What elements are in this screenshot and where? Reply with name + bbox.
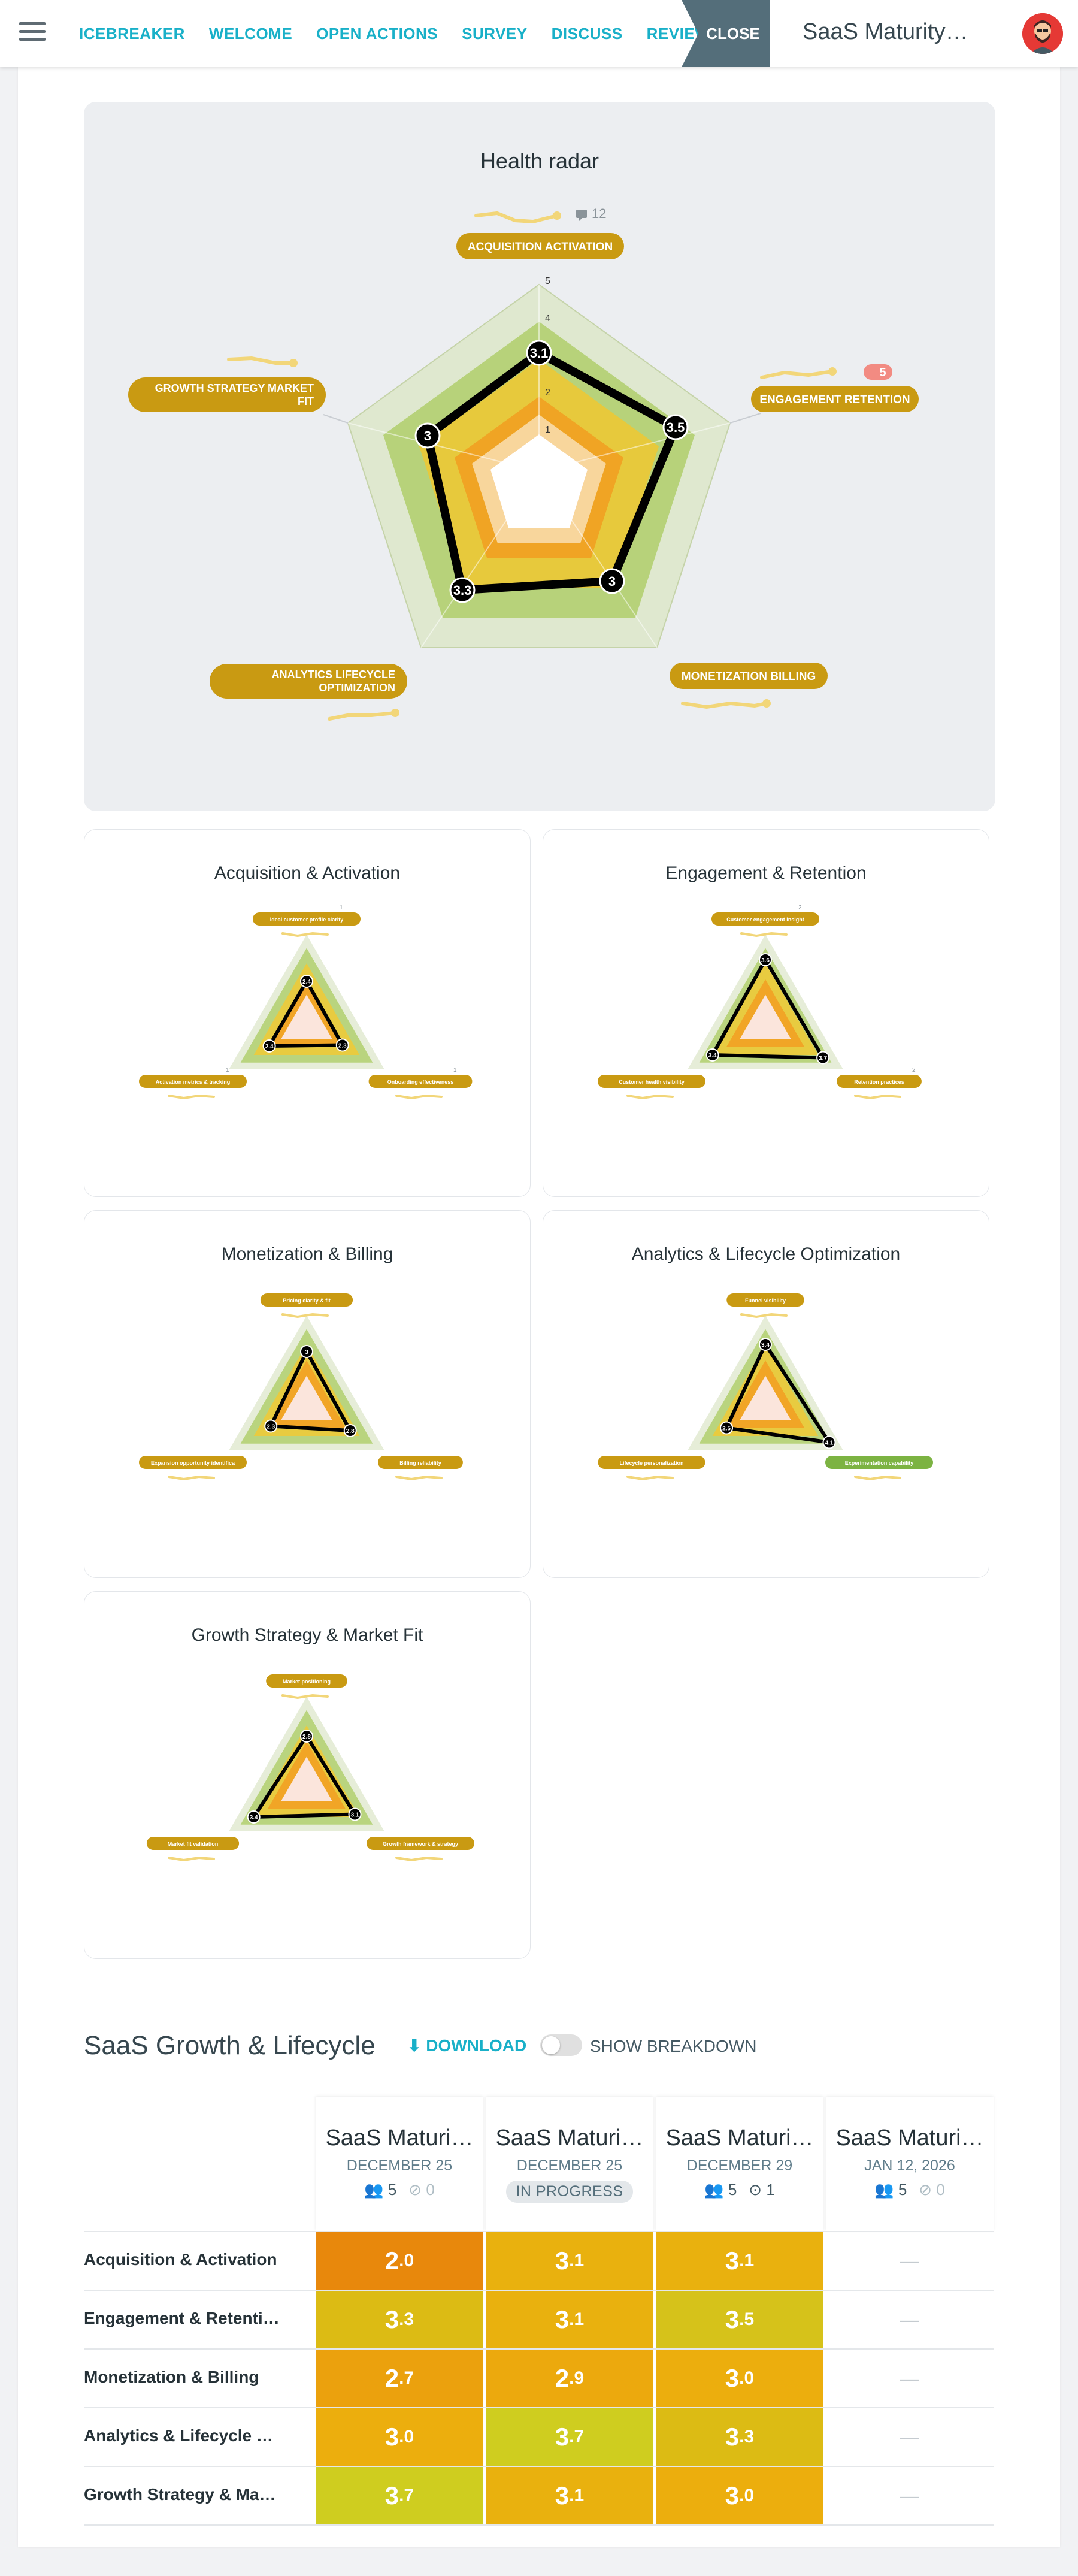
- score-cell[interactable]: 2.9: [486, 2350, 653, 2407]
- panel-title: Monetization & Billing: [221, 1244, 393, 1264]
- comment-count: 12: [592, 206, 606, 221]
- score-cell: —: [900, 2367, 919, 2389]
- svg-text:ANALYTICS LIFECYCLE: ANALYTICS LIFECYCLE: [272, 669, 395, 681]
- panel-title: Analytics & Lifecycle Optimization: [631, 1244, 901, 1264]
- check-icon-count: ⊙ 1: [749, 2181, 775, 2199]
- svg-text:5: 5: [545, 276, 550, 286]
- axis-label-analytics[interactable]: ANALYTICS LIFECYCLE OPTIMIZATION: [210, 664, 407, 699]
- score-cell: —: [900, 2426, 919, 2448]
- health-radar-panel: Health radar 1 2 3 4 5 3.1 3.5: [84, 102, 995, 811]
- check-icon-count: ⊘ 0: [919, 2181, 945, 2199]
- score-cell[interactable]: 2.0: [316, 2232, 483, 2290]
- people-icon-count: 👥 5: [364, 2181, 397, 2199]
- radar-panel-monetization: Monetization & Billing: [84, 1210, 531, 1578]
- score-cell[interactable]: 3.1: [486, 2232, 653, 2290]
- svg-text:ACQUISITION ACTIVATION: ACQUISITION ACTIVATION: [468, 241, 613, 253]
- show-breakdown-toggle[interactable]: [540, 2034, 582, 2056]
- hamburger-icon[interactable]: [19, 22, 46, 44]
- nav-welcome[interactable]: WELCOME: [209, 25, 292, 43]
- row-label: Engagement & Retenti…: [84, 2309, 280, 2327]
- panel-title: Acquisition & Activation: [214, 863, 401, 883]
- nav-icebreaker[interactable]: ICEBREAKER: [79, 25, 185, 43]
- score-cell[interactable]: 3.0: [316, 2408, 483, 2466]
- svg-text:FIT: FIT: [298, 395, 314, 407]
- score-cell[interactable]: 3.3: [316, 2291, 483, 2348]
- section-title: SaaS Growth & Lifecycle: [84, 2031, 376, 2060]
- svg-text:1: 1: [545, 425, 550, 435]
- row-label: Acquisition & Activation: [84, 2250, 277, 2269]
- score-cell[interactable]: 3.7: [486, 2408, 653, 2466]
- svg-text:OPTIMIZATION: OPTIMIZATION: [319, 682, 395, 694]
- comment-icon: [576, 210, 587, 222]
- svg-text:4: 4: [545, 313, 550, 323]
- top-bar: ICEBREAKER WELCOME OPEN ACTIONS SURVEY D…: [0, 0, 1078, 67]
- download-button[interactable]: ⬇ DOWNLOAD: [407, 2036, 526, 2055]
- radar-panel-acquisition: Acquisition & Activation: [84, 829, 531, 1197]
- panel-title: Engagement & Retention: [665, 863, 867, 883]
- avatar[interactable]: [1022, 13, 1063, 54]
- row-label: Growth Strategy & Ma…: [84, 2485, 276, 2504]
- session-column-3[interactable]: SaaS Maturi… DECEMBER 29 👥 5 ⊙ 1: [656, 2097, 823, 2231]
- download-icon: ⬇: [407, 2036, 426, 2055]
- svg-text:MONETIZATION BILLING: MONETIZATION BILLING: [682, 670, 816, 683]
- people-icon-count: 👥 5: [704, 2181, 737, 2199]
- row-divider: [84, 2524, 994, 2526]
- status-badge: IN PROGRESS: [506, 2181, 633, 2203]
- stage-nav: ICEBREAKER WELCOME OPEN ACTIONS SURVEY D…: [79, 0, 734, 67]
- radar-point-label: 3.1: [530, 346, 549, 361]
- radar-point-label: 3.3: [453, 583, 472, 598]
- session-column-2[interactable]: SaaS Maturi… DECEMBER 25 IN PROGRESS: [486, 2097, 653, 2231]
- score-cell[interactable]: 3.0: [656, 2350, 823, 2407]
- score-cell: —: [900, 2250, 919, 2272]
- nav-survey[interactable]: SURVEY: [462, 25, 527, 43]
- session-column-4[interactable]: SaaS Maturi… JAN 12, 2026 👥 5 ⊘ 0: [826, 2097, 994, 2231]
- radar-panel-analytics: Analytics & Lifecycle Optimization: [543, 1210, 989, 1578]
- axis-label-monetization[interactable]: MONETIZATION BILLING: [670, 663, 828, 689]
- row-label: Analytics & Lifecycle …: [84, 2426, 273, 2445]
- score-cell[interactable]: 3.1: [486, 2291, 653, 2348]
- show-breakdown-label: SHOW BREAKDOWN: [590, 2037, 757, 2055]
- score-cell[interactable]: 2.7: [316, 2350, 483, 2407]
- svg-text:2: 2: [545, 388, 550, 398]
- svg-text:GROWTH STRATEGY MARKET: GROWTH STRATEGY MARKET: [155, 382, 314, 394]
- svg-text:5: 5: [879, 366, 886, 379]
- radar-point-label: 3: [424, 428, 431, 443]
- score-cell[interactable]: 3.7: [316, 2467, 483, 2524]
- check-icon-count: ⊘ 0: [408, 2181, 435, 2199]
- score-cell: —: [900, 2484, 919, 2507]
- score-cell[interactable]: 3.5: [656, 2291, 823, 2348]
- score-cell[interactable]: 3.1: [656, 2232, 823, 2290]
- score-cell: —: [900, 2308, 919, 2330]
- radar-panel-engagement: Engagement & Retention: [543, 829, 989, 1197]
- radar-point-label: 3.5: [667, 420, 685, 435]
- score-cell[interactable]: 3.3: [656, 2408, 823, 2466]
- radar-point-label: 3: [608, 574, 616, 589]
- nav-open-actions[interactable]: OPEN ACTIONS: [316, 25, 438, 43]
- radar-panel-growth: Growth Strategy & Market Fit: [84, 1591, 531, 1959]
- axis-label-acquisition[interactable]: ACQUISITION ACTIVATION: [456, 233, 624, 259]
- panel-title: Growth Strategy & Market Fit: [191, 1625, 423, 1645]
- svg-text:ENGAGEMENT RETENTION: ENGAGEMENT RETENTION: [759, 394, 910, 406]
- score-cell[interactable]: 3.1: [486, 2467, 653, 2524]
- row-label: Monetization & Billing: [84, 2368, 259, 2386]
- people-icon-count: 👥 5: [874, 2181, 907, 2199]
- comment-badge: 5: [864, 364, 892, 380]
- session-title: SaaS Maturity…: [803, 19, 968, 44]
- nav-discuss[interactable]: DISCUSS: [552, 25, 623, 43]
- axis-label-engagement[interactable]: ENGAGEMENT RETENTION: [751, 386, 919, 412]
- score-cell[interactable]: 3.0: [656, 2467, 823, 2524]
- session-column-1[interactable]: SaaS Maturi… DECEMBER 25 👥 5 ⊘ 0: [316, 2097, 483, 2231]
- axis-label-growth[interactable]: GROWTH STRATEGY MARKET FIT: [128, 377, 326, 412]
- health-radar-chart: 1 2 3 4 5 3.1 3.5 3 3.3 3 ACQUISITION AC…: [128, 206, 919, 721]
